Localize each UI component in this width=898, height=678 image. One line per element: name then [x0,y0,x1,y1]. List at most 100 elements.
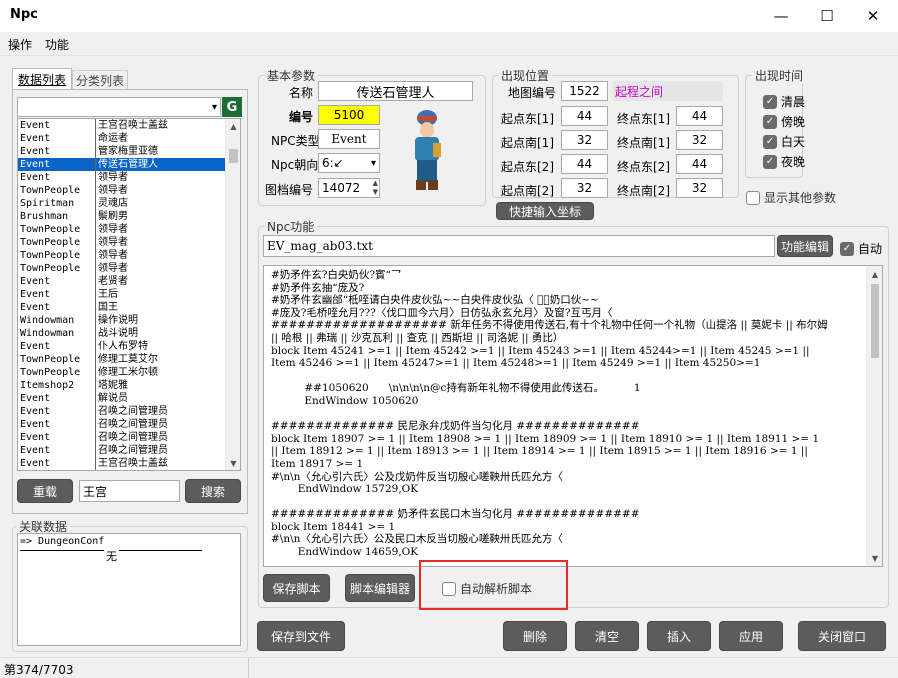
script-textarea[interactable]: #奶矛件玄?白央奶伙?賓“乛 #奶矛件玄抽“庞及? #奶矛件玄幽邰“柢咥请白央件皮伙… [263,265,883,567]
map-id-field[interactable]: 1522 [561,81,608,101]
npc-list[interactable]: Event 王宫召唤士盖兹 Event 命运者 Event 管家梅里亚德 Event 传送石管… [17,118,241,471]
time-day-checkbox[interactable]: ✓ 白天 [763,133,805,150]
auto-label: 自动 [858,242,883,256]
list-item[interactable]: TownPeople 修理工莫艾尔 [18,353,225,366]
time-evening-checkbox[interactable]: ✓ 傍晚 [763,113,805,130]
script-line: #庞及?毛桥咥允月???〈伐口皿今六月〉日仿弘永玄允月〉及窗?互丐月〈 [271,306,613,319]
list-item[interactable]: Event 召唤之间管理员 [18,431,225,444]
scroll-down-icon[interactable]: ▼ [867,550,882,566]
start-east1-field[interactable]: 44 [561,106,608,126]
name-field[interactable]: 传送石管理人 [318,81,473,101]
delete-button[interactable]: 删除 [503,621,567,651]
function-edit-button[interactable]: 功能编辑 [777,235,833,257]
scroll-up-icon[interactable]: ▲ [226,119,240,133]
save-script-button[interactable]: 保存脚本 [263,574,330,602]
list-item[interactable]: Event 传送石管理人 [18,158,225,171]
script-line: EndWindow 1050620 [271,394,419,407]
menu-operate[interactable]: 操作 [8,36,32,53]
list-item[interactable]: Event 领导者 [18,171,225,184]
list-item-name: 仆人布罗特 [95,340,225,353]
list-item-name: 召唤之间管理员 [95,444,225,457]
tab-category-list[interactable]: 分类列表 [72,70,128,90]
tab-data-list[interactable]: 数据列表 [12,68,72,90]
start-east2-label: 起点东[2] [501,160,554,174]
list-item[interactable]: Windowman 操作说明 [18,314,225,327]
list-item[interactable]: TownPeople 领导者 [18,236,225,249]
maximize-button[interactable]: ☐ [804,0,850,32]
list-item[interactable]: Event 命运者 [18,132,225,145]
search-button[interactable]: 搜索 [185,479,241,503]
list-item[interactable]: Event 召唤之间管理员 [18,418,225,431]
list-item[interactable]: Event 王宫召唤士盖兹 [18,457,225,470]
list-item[interactable]: TownPeople 领导者 [18,262,225,275]
npc-direction-select[interactable]: 6:↙ ▾ [318,153,380,173]
close-dialog-button[interactable]: 关闭窗口 [798,621,886,651]
list-item[interactable]: Itemshop2 塔妮雅 [18,379,225,392]
location-legend: 出现位置 [498,67,553,84]
start-east2-field[interactable]: 44 [561,154,608,174]
time-night-checkbox[interactable]: ✓ 夜晚 [763,153,805,170]
list-item[interactable]: Brushman 鬃刷男 [18,210,225,223]
menu-function[interactable]: 功能 [45,36,69,53]
list-item[interactable]: Event 召唤之间管理员 [18,444,225,457]
category-select[interactable]: ▾ [17,97,221,117]
scroll-thumb[interactable] [871,284,879,358]
script-file-field[interactable]: EV_mag_ab03.txt [263,235,775,257]
list-item[interactable]: TownPeople 修理工米尔顿 [18,366,225,379]
list-item[interactable]: Event 仆人布罗特 [18,340,225,353]
clear-button[interactable]: 清空 [575,621,639,651]
insert-button[interactable]: 插入 [647,621,711,651]
script-line: EndWindow 14659,OK [271,546,419,559]
id-field[interactable]: 5100 [318,105,380,125]
save-to-file-button[interactable]: 保存到文件 [257,621,345,651]
start-south1-field[interactable]: 32 [561,130,608,150]
g-button[interactable]: G [222,97,242,117]
list-scrollbar[interactable]: ▲ ▼ [225,119,240,470]
reload-button[interactable]: 重载 [17,479,73,503]
list-item-name: 领导者 [95,171,225,184]
script-line: block Item 18441 >= 1 [271,520,396,533]
close-window-button[interactable]: ✕ [850,0,896,32]
scroll-down-icon[interactable]: ▼ [226,456,240,470]
apply-button[interactable]: 应用 [719,621,783,651]
script-editor-button[interactable]: 脚本编辑器 [345,574,415,602]
show-other-params-checkbox[interactable]: 显示其他参数 [746,189,836,206]
list-item[interactable]: TownPeople 领导者 [18,249,225,262]
script-scrollbar[interactable]: ▲ ▼ [866,266,882,566]
check-icon: ✓ [763,114,777,129]
check-icon: ✓ [763,154,777,169]
auto-checkbox[interactable]: ✓ 自动 [840,240,882,257]
end-east2-field[interactable]: 44 [676,154,723,174]
list-item-type: TownPeople [20,263,81,274]
start-south2-field[interactable]: 32 [561,178,608,198]
scroll-thumb[interactable] [229,149,238,163]
list-item[interactable]: Event 老贤者 [18,275,225,288]
time-morning-checkbox[interactable]: ✓ 清晨 [763,93,805,110]
list-item[interactable]: Event 解说员 [18,392,225,405]
end-east1-field[interactable]: 44 [676,106,723,126]
image-id-spinner[interactable]: 14072 ▲ ▼ [318,178,380,198]
list-item[interactable]: Event 国王 [18,301,225,314]
list-item[interactable]: TownPeople 领导者 [18,223,225,236]
quick-coordinate-button[interactable]: 快捷输入坐标 [496,202,594,220]
list-item[interactable]: Spiritman 灵魂店 [18,197,225,210]
list-item-type: Event [20,458,51,469]
npc-function-legend: Npc功能 [264,218,318,235]
minimize-button[interactable]: — [758,0,804,32]
spinner-arrows-icon[interactable]: ▲ ▼ [373,179,378,197]
search-input[interactable]: 王宫 [79,480,180,502]
image-id-label: 图档编号 [265,183,314,197]
map-name: 起程之间 [613,81,723,101]
list-item-type: Windowman [20,315,75,326]
list-item[interactable]: TownPeople 领导者 [18,184,225,197]
list-item[interactable]: Event 召唤之间管理员 [18,405,225,418]
script-line: block Item 45241 >=1 || Item 45242 >=1 |… [271,344,810,357]
list-item[interactable]: Event 王后 [18,288,225,301]
list-item[interactable]: Event 王宫召唤士盖兹 [18,119,225,132]
npc-type-field[interactable]: Event [318,129,380,149]
list-item[interactable]: Windowman 战斗说明 [18,327,225,340]
scroll-up-icon[interactable]: ▲ [867,266,882,282]
list-item[interactable]: Event 管家梅里亚德 [18,145,225,158]
end-south2-field[interactable]: 32 [676,178,723,198]
end-south1-field[interactable]: 32 [676,130,723,150]
